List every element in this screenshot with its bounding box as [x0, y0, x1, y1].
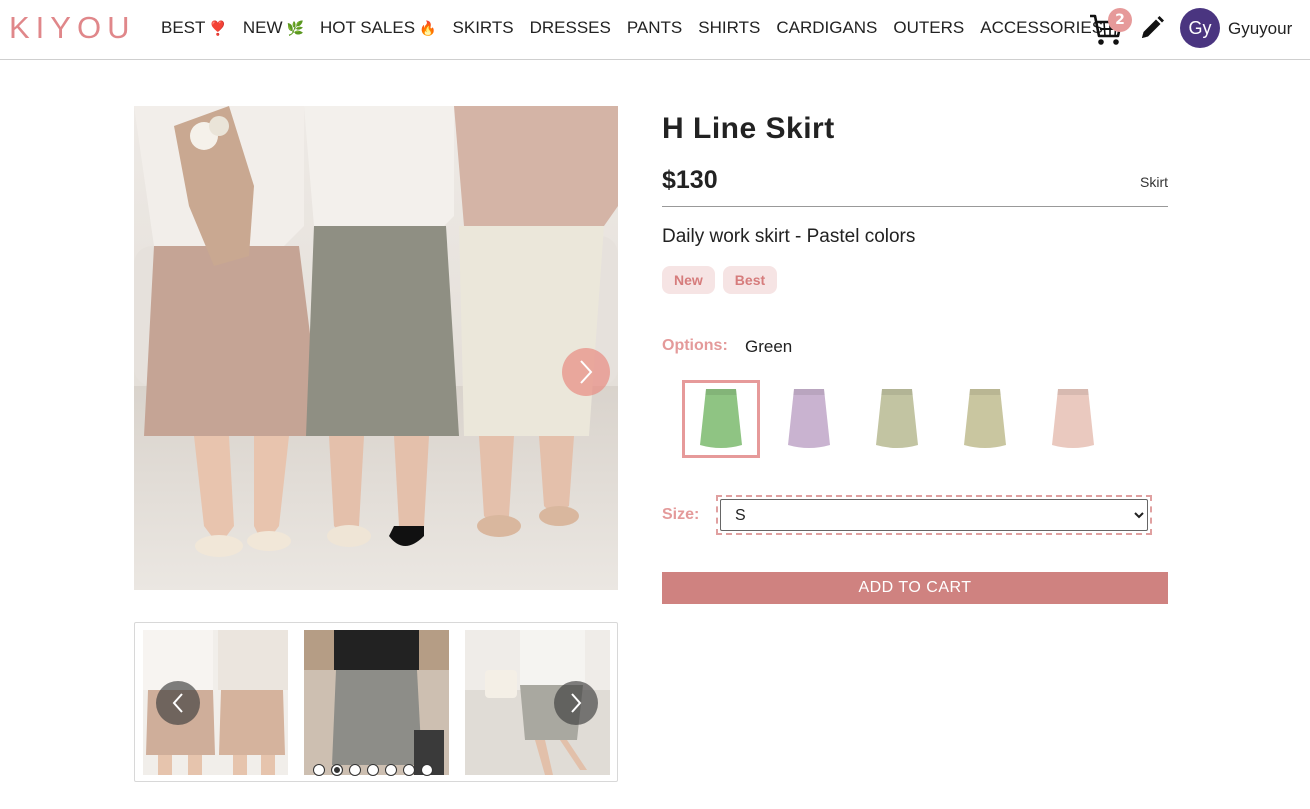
- color-swatch[interactable]: [858, 380, 936, 458]
- size-label: Size:: [662, 506, 700, 523]
- skirt-icon: [700, 389, 742, 448]
- nav-label: CARDIGANS: [776, 18, 878, 37]
- nav-label: SHIRTS: [698, 18, 761, 37]
- carousel-dot[interactable]: [403, 764, 415, 776]
- nav-label: DRESSES: [529, 18, 611, 37]
- carousel-dot[interactable]: [331, 764, 343, 776]
- thumbnail-carousel: [134, 622, 618, 782]
- nav-item-best[interactable]: BEST ❣️: [161, 18, 227, 38]
- chevron-right-icon: [571, 693, 582, 713]
- edit-button[interactable]: [1138, 14, 1166, 42]
- pencil-icon: [1142, 16, 1164, 38]
- nav-label: PANTS: [626, 18, 683, 37]
- color-swatch[interactable]: [1034, 380, 1112, 458]
- size-select-wrapper: S: [716, 495, 1152, 535]
- carousel-dot[interactable]: [385, 764, 397, 776]
- fire-icon: 🔥: [419, 19, 437, 36]
- username[interactable]: Gyuyour: [1228, 19, 1292, 39]
- nav-label: BEST: [161, 18, 206, 37]
- product-category: Skirt: [1140, 174, 1168, 190]
- nav-item-accessories[interactable]: ACCESSORIES: [980, 18, 1103, 38]
- cart-button[interactable]: 2: [1088, 8, 1132, 48]
- carousel-dot[interactable]: [367, 764, 379, 776]
- avatar[interactable]: Gy: [1180, 8, 1220, 48]
- product-title: H Line Skirt: [662, 112, 835, 145]
- color-swatches: [682, 380, 1112, 458]
- carousel-dot[interactable]: [313, 764, 325, 776]
- nav-item-cardigans[interactable]: CARDIGANS: [776, 18, 877, 38]
- nav-item-shirts[interactable]: SHIRTS: [698, 18, 760, 38]
- thumbnail-next-button[interactable]: [554, 681, 598, 725]
- nav-label: HOT SALES: [319, 18, 416, 37]
- nav-item-dresses[interactable]: DRESSES: [530, 18, 611, 38]
- selected-option: Green: [745, 337, 793, 356]
- nav-item-hot-sales[interactable]: HOT SALES 🔥: [320, 18, 437, 38]
- color-swatch[interactable]: [682, 380, 760, 458]
- site-header: KIYOU BEST ❣️ NEW 🌿 HOT SALES 🔥 SKIRTS DRES…: [0, 0, 1310, 60]
- chevron-left-icon: [172, 693, 183, 713]
- carousel-dot[interactable]: [349, 764, 361, 776]
- thumbnail-image[interactable]: [304, 630, 449, 775]
- product-description: Daily work skirt - Pastel colors: [662, 226, 916, 247]
- tag-best: Best: [722, 266, 778, 294]
- main-nav: BEST ❣️ NEW 🌿 HOT SALES 🔥 SKIRTS DRESSES PA…: [161, 18, 1103, 38]
- color-swatch[interactable]: [770, 380, 848, 458]
- thumbnail-prev-button[interactable]: [156, 681, 200, 725]
- nav-item-pants[interactable]: PANTS: [627, 18, 682, 38]
- site-logo[interactable]: KIYOU: [9, 10, 135, 46]
- product-photo: [134, 106, 618, 590]
- skirt-icon: [964, 389, 1006, 448]
- product-price: $130: [662, 166, 718, 194]
- cart-count-badge: 2: [1108, 8, 1132, 32]
- leaf-icon: 🌿: [286, 19, 304, 36]
- heart-icon: ❣️: [209, 19, 227, 36]
- nav-item-new[interactable]: NEW 🌿: [243, 18, 304, 38]
- color-swatch[interactable]: [946, 380, 1024, 458]
- main-image-next-button[interactable]: [562, 348, 610, 396]
- add-to-cart-button[interactable]: ADD TO CART: [662, 572, 1168, 604]
- nav-label: ACCESSORIES: [980, 18, 1104, 37]
- options-label: Options:: [662, 337, 728, 354]
- nav-item-skirts[interactable]: SKIRTS: [453, 18, 514, 38]
- nav-label: SKIRTS: [452, 18, 514, 37]
- nav-item-outers[interactable]: OUTERS: [893, 18, 964, 38]
- product-main-image: [134, 106, 618, 590]
- skirt-icon: [788, 389, 830, 448]
- divider: [662, 206, 1168, 207]
- nav-label: NEW: [242, 18, 283, 37]
- tag-new: New: [662, 266, 715, 294]
- nav-label: OUTERS: [893, 18, 965, 37]
- skirt-icon: [1052, 389, 1094, 448]
- skirt-icon: [876, 389, 918, 448]
- carousel-dot[interactable]: [421, 764, 433, 776]
- product-tags: New Best: [662, 266, 778, 294]
- chevron-right-icon: [580, 360, 593, 384]
- carousel-dots: [313, 764, 433, 776]
- size-select[interactable]: S: [720, 499, 1148, 531]
